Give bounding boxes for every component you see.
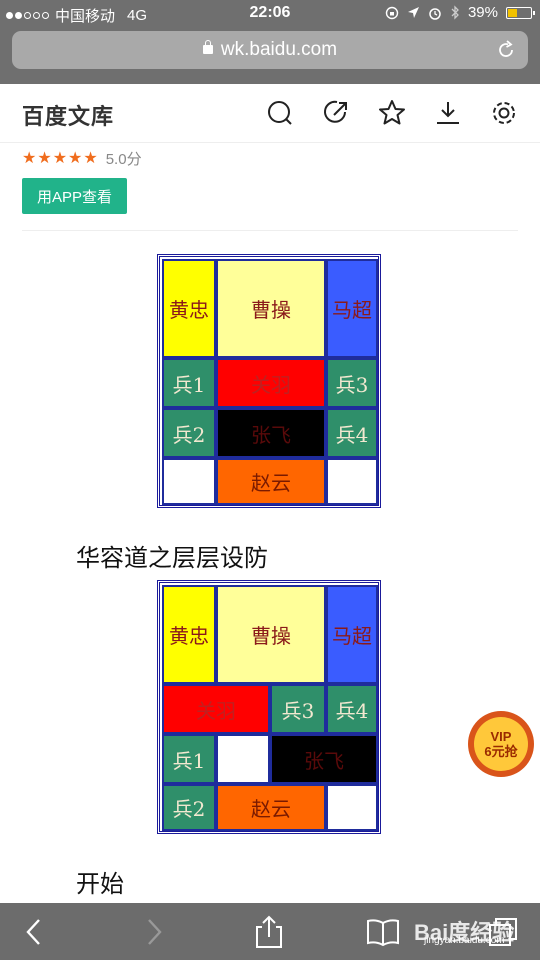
settings-icon[interactable] — [489, 98, 519, 128]
lock-icon — [202, 40, 213, 54]
forward-icon[interactable] — [136, 915, 170, 949]
search-icon[interactable] — [265, 98, 295, 128]
vip-price: 6元抢 — [484, 744, 518, 759]
rating-stars: ★ ★ ★ ★ ★ — [22, 149, 98, 167]
site-header: 百度文库 — [0, 84, 540, 143]
klotski-board-image-1: 黄忠 曹操 马超 兵1 关羽 兵3 兵2 张飞 兵4 赵云 — [157, 254, 381, 508]
piece-bing1: 兵1 — [162, 358, 216, 408]
baidu-jingyan-watermark: Bai度经验 jingyan.baidu.com — [414, 915, 514, 947]
piece-zhaoyun: 赵云 — [216, 458, 326, 505]
caption-title: 华容道之层层设防 — [76, 545, 268, 572]
rating: ★ ★ ★ ★ ★ 5.0分 — [22, 148, 142, 169]
alarm-icon — [429, 7, 441, 20]
status-bar: 中国移动 4G 22:06 39% — [0, 0, 540, 28]
vip-label: VIP — [490, 729, 512, 744]
star-filled-icon: ★ — [37, 149, 52, 167]
empty-cell — [216, 734, 270, 784]
piece-bing1: 兵1 — [162, 734, 216, 784]
download-icon[interactable] — [433, 98, 463, 128]
star-icon[interactable] — [377, 98, 407, 128]
piece-zhangfei: 张飞 — [270, 734, 378, 784]
address-bar[interactable]: wk.baidu.com — [12, 31, 528, 69]
reload-icon[interactable] — [496, 40, 516, 60]
location-icon — [407, 7, 419, 18]
piece-bing4: 兵4 — [326, 684, 378, 734]
piece-guanyu: 关羽 — [162, 684, 270, 734]
piece-bing2: 兵2 — [162, 408, 216, 458]
bluetooth-icon — [451, 5, 459, 20]
piece-bing3: 兵3 — [326, 358, 378, 408]
browser-chrome: 中国移动 4G 22:06 39% wk.baidu.com — [0, 0, 540, 84]
empty-cell — [162, 458, 216, 505]
url-display[interactable]: wk.baidu.com — [12, 39, 528, 61]
rotation-lock-icon — [385, 6, 399, 19]
open-in-app-button[interactable]: 用APP查看 — [22, 178, 127, 214]
bookmarks-icon[interactable] — [366, 915, 400, 949]
status-right: 39% — [385, 4, 535, 21]
klotski-board-image-2: 黄忠 曹操 马超 关羽 兵3 兵4 兵1 张飞 兵2 赵云 — [157, 580, 381, 834]
empty-cell — [326, 784, 378, 831]
share-sheet-icon[interactable] — [252, 915, 286, 949]
divider — [22, 230, 518, 231]
caption-start: 开始 — [76, 871, 124, 898]
back-icon[interactable] — [18, 915, 52, 949]
piece-zhangfei: 张飞 — [216, 408, 326, 458]
star-filled-icon: ★ — [52, 149, 68, 167]
share-icon[interactable] — [321, 98, 351, 128]
piece-machao: 马超 — [326, 585, 378, 684]
star-filled-icon: ★ — [68, 149, 83, 167]
battery-percent: 39% — [467, 4, 498, 21]
piece-huangzhong: 黄忠 — [162, 585, 216, 684]
battery-level — [508, 8, 517, 17]
piece-machao: 马超 — [326, 259, 378, 358]
star-filled-icon: ★ — [22, 149, 37, 167]
star-filled-icon: ★ — [83, 149, 98, 167]
vip-promo-button[interactable]: VIP 6元抢 — [468, 711, 534, 777]
piece-bing3: 兵3 — [270, 684, 326, 734]
piece-caocao: 曹操 — [216, 259, 326, 358]
piece-bing4: 兵4 — [326, 408, 378, 458]
piece-caocao: 曹操 — [216, 585, 326, 684]
piece-huangzhong: 黄忠 — [162, 259, 216, 358]
url-text: wk.baidu.com — [220, 39, 338, 60]
rating-score: 5.0分 — [105, 151, 142, 168]
battery-icon — [506, 6, 535, 19]
piece-guanyu: 关羽 — [216, 358, 326, 408]
watermark-url: jingyan.baidu.com — [424, 935, 505, 946]
vip-badge-inner: VIP 6元抢 — [474, 717, 528, 771]
empty-cell — [326, 458, 378, 505]
site-title[interactable]: 百度文库 — [22, 99, 114, 131]
piece-bing2: 兵2 — [162, 784, 216, 831]
piece-zhaoyun: 赵云 — [216, 784, 326, 831]
